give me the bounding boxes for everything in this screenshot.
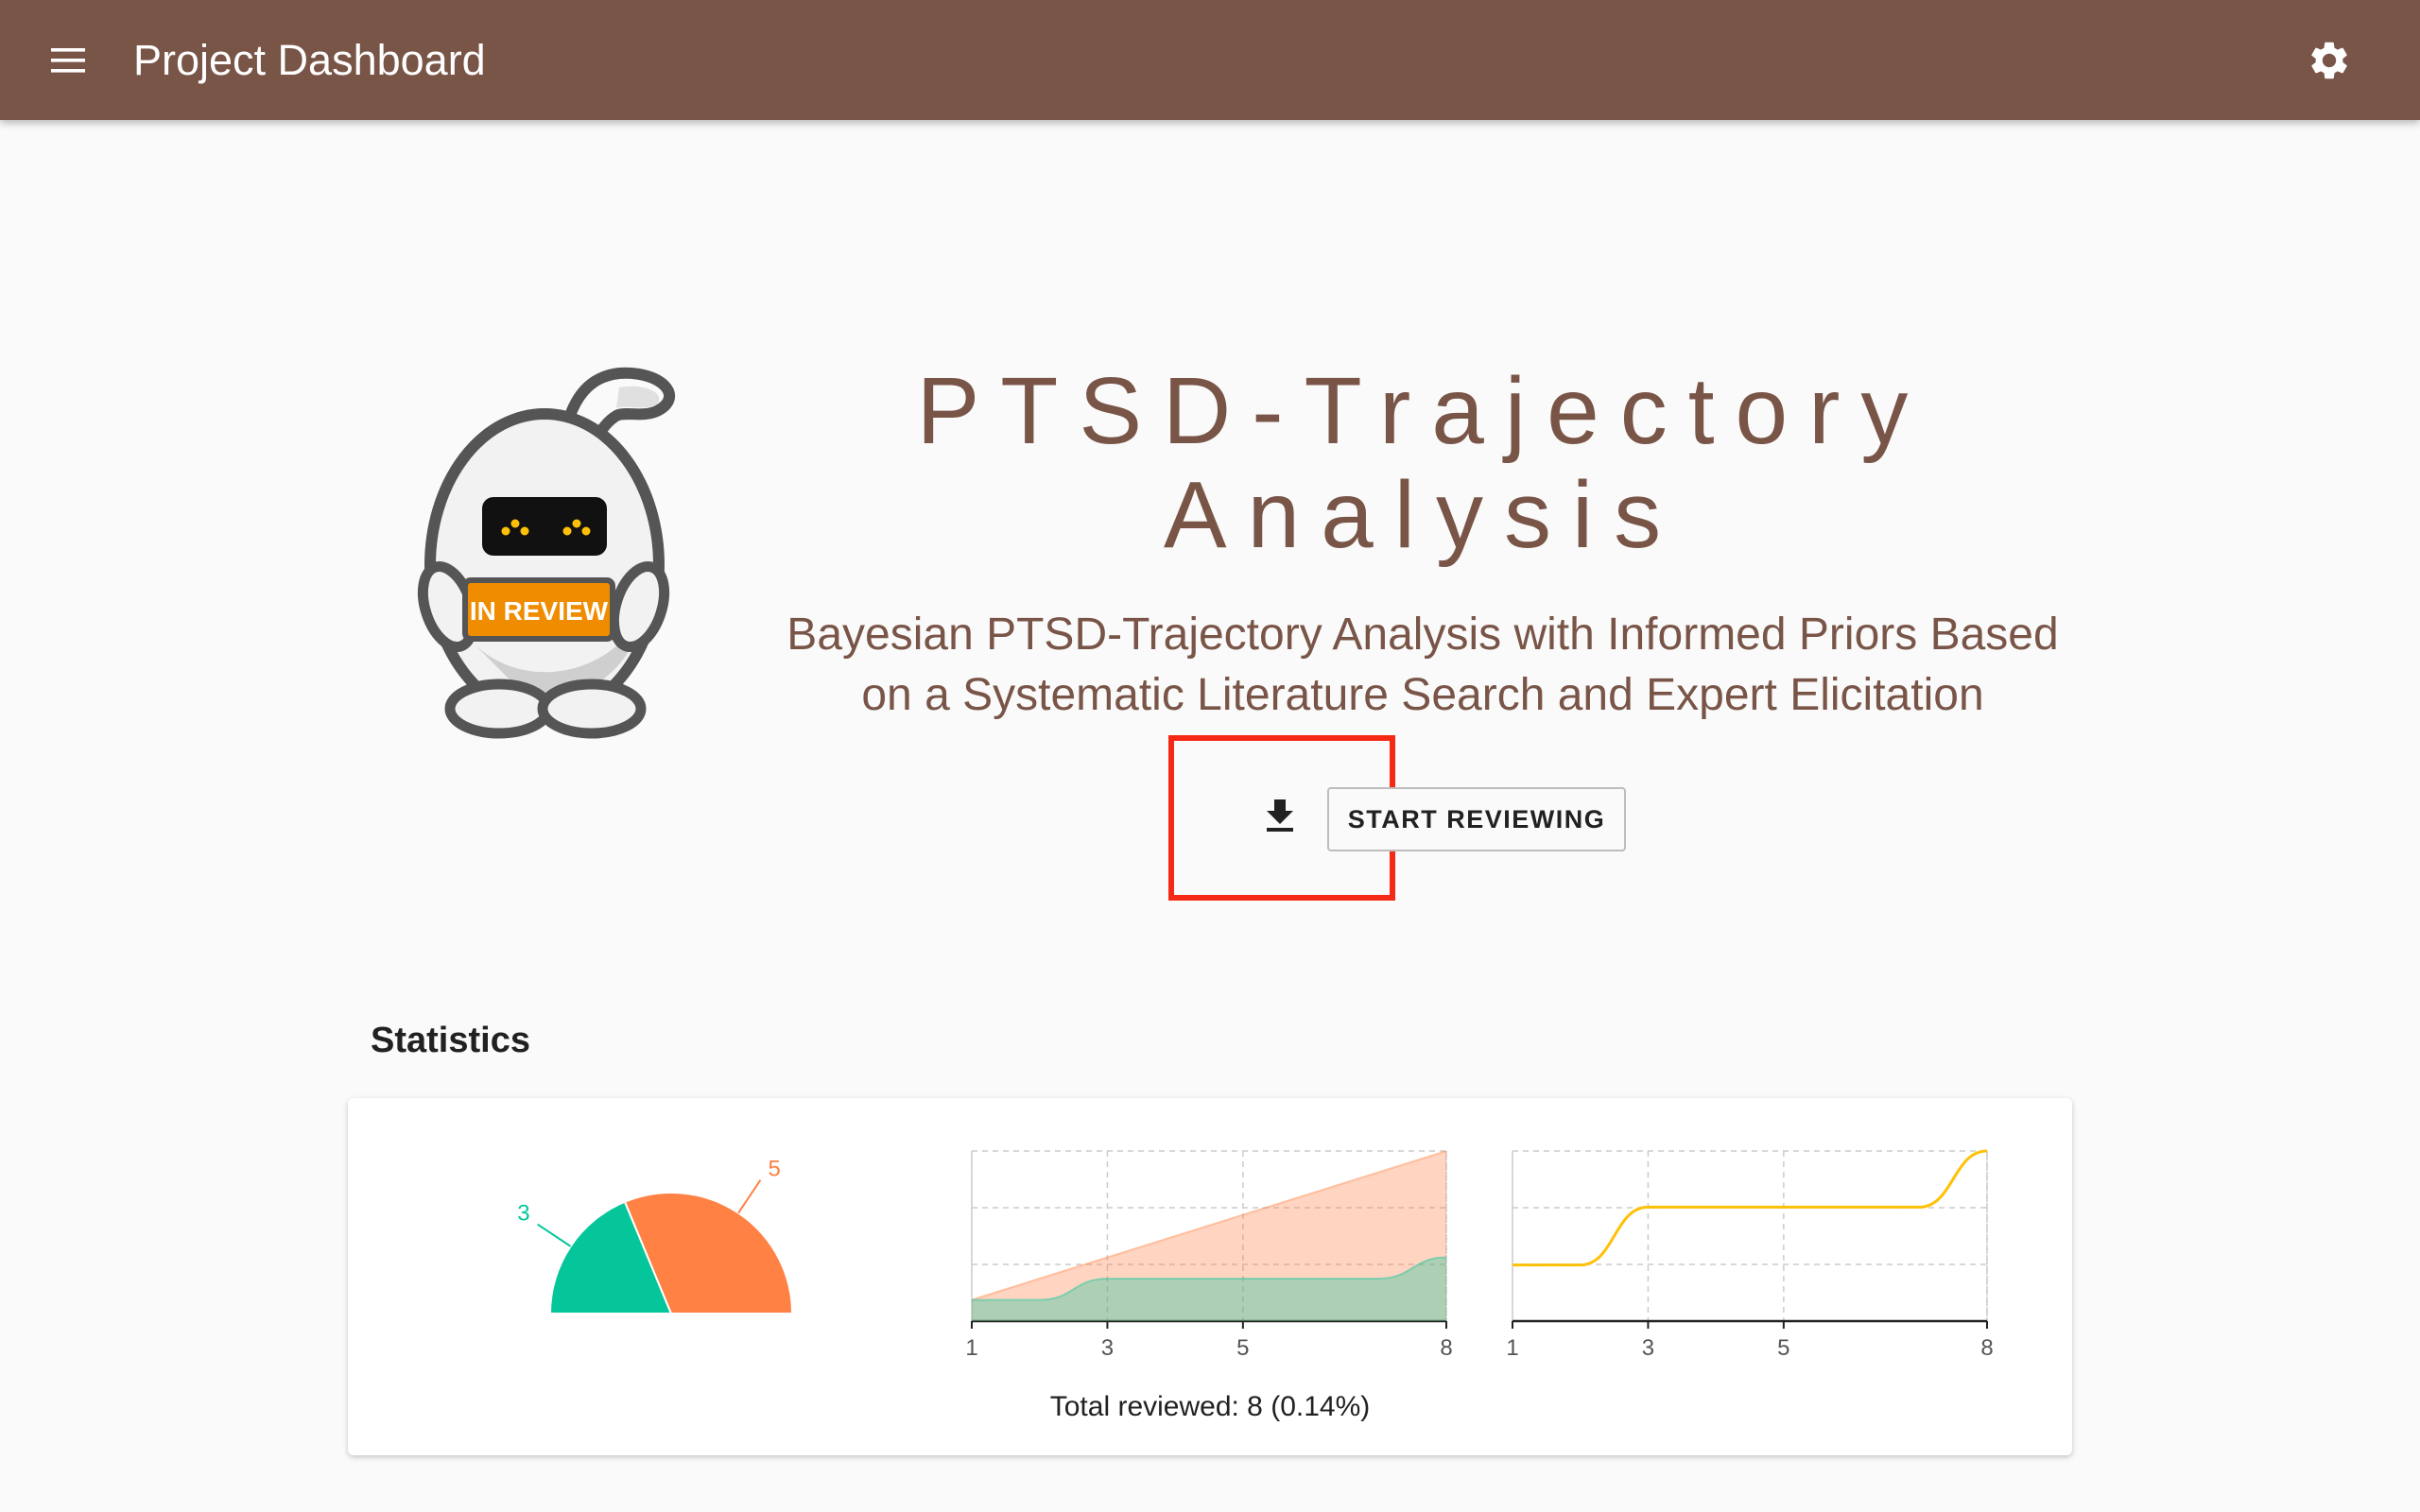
x-tick-label: 1 xyxy=(1506,1335,1518,1361)
x-tick-label: 3 xyxy=(1642,1335,1654,1361)
trend-line xyxy=(1512,1149,1988,1267)
ratio-line-chart: 1 3 5 8 xyxy=(1506,1149,1994,1361)
x-tick-label: 5 xyxy=(1236,1335,1249,1361)
x-tick-label: 8 xyxy=(1980,1335,1993,1361)
settings-icon[interactable] xyxy=(2307,38,2352,83)
x-tick-label: 5 xyxy=(1777,1335,1789,1361)
x-tick-label: 1 xyxy=(965,1335,977,1361)
pie-label: 3 xyxy=(517,1201,529,1227)
menu-icon[interactable] xyxy=(49,42,87,79)
pie-label-line xyxy=(537,1223,572,1247)
pie-label-line xyxy=(737,1179,762,1214)
app-title: Project Dashboard xyxy=(133,36,486,84)
x-tick-label: 8 xyxy=(1440,1335,1452,1361)
app-bar: Project Dashboard xyxy=(0,0,2420,120)
in-review-badge-text: IN REVIEW xyxy=(470,596,609,626)
start-reviewing-button[interactable]: START REVIEWING xyxy=(1327,787,1626,851)
x-tick-label: 3 xyxy=(1101,1335,1114,1361)
project-subtitle: Bayesian PTSD-Trajectory Analysis with I… xyxy=(786,610,2059,720)
pie-label: 5 xyxy=(768,1157,780,1182)
labeled-pie-chart: 35 xyxy=(517,1157,794,1314)
total-reviewed-text: Total reviewed: 8 (0.14%) xyxy=(1049,1391,1371,1422)
reviewed-area-chart: 1 3 5 8 xyxy=(965,1150,1453,1361)
robot-mascot-illustration: IN REVIEW xyxy=(416,359,690,747)
chart-frame xyxy=(1512,1150,1988,1322)
project-title: PTSD-Trajectory Analysis xyxy=(916,358,1929,568)
statistics-heading: Statistics xyxy=(371,1021,530,1060)
